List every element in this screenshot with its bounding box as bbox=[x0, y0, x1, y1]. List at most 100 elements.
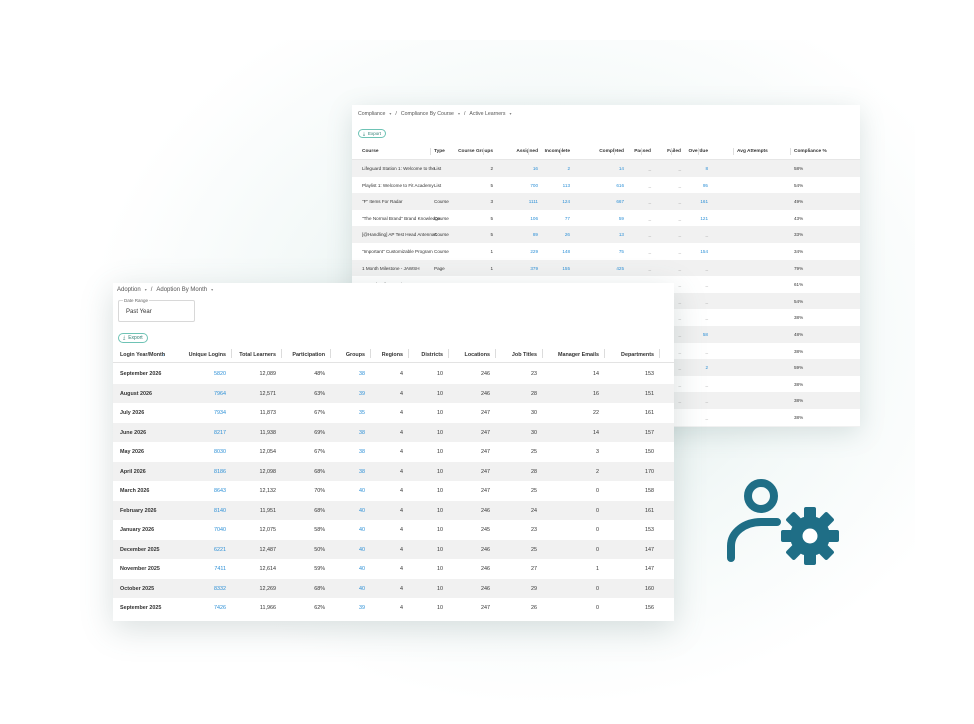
table-cell[interactable]: 667 bbox=[616, 199, 624, 204]
table-cell[interactable]: 13 bbox=[619, 232, 624, 237]
adoption-column-header[interactable]: Login Year/Month bbox=[120, 352, 165, 358]
table-cell[interactable]: 8140 bbox=[214, 508, 226, 514]
column-divider[interactable] bbox=[483, 148, 484, 155]
table-cell[interactable]: 8030 bbox=[214, 449, 226, 455]
adoption-column-header[interactable]: Districts bbox=[421, 352, 443, 358]
table-cell[interactable]: 89 bbox=[533, 232, 538, 237]
table-cell[interactable]: 40 bbox=[359, 508, 365, 514]
adoption-column-header[interactable]: Regions bbox=[382, 352, 403, 358]
breadcrumb-adoption-by-month[interactable]: Adoption By Month bbox=[156, 287, 207, 293]
table-cell[interactable]: 155 bbox=[562, 266, 570, 271]
compliance-column-header[interactable]: Incomplete bbox=[545, 149, 570, 154]
breadcrumb-compliance[interactable]: Compliance bbox=[358, 111, 385, 117]
table-cell[interactable]: _ bbox=[705, 382, 708, 387]
column-divider[interactable] bbox=[448, 349, 449, 358]
column-divider[interactable] bbox=[408, 349, 409, 358]
chevron-down-icon[interactable]: ▾ bbox=[509, 111, 511, 117]
compliance-export-button[interactable]: ⤓ Export bbox=[358, 129, 387, 138]
table-cell[interactable]: 40 bbox=[359, 527, 365, 533]
table-row[interactable]: 1 Month Milestone - JAWSH Page 1 379 155 425 _… bbox=[352, 259, 860, 277]
column-divider[interactable] bbox=[231, 349, 232, 358]
table-cell[interactable]: 35 bbox=[359, 410, 365, 416]
compliance-column-header[interactable]: Completed bbox=[599, 149, 624, 154]
adoption-column-header[interactable]: Manager Emails bbox=[558, 352, 599, 358]
table-cell[interactable]: 6221 bbox=[214, 547, 226, 553]
table-cell[interactable]: 14 bbox=[619, 166, 624, 171]
table-cell[interactable]: 40 bbox=[359, 586, 365, 592]
table-cell[interactable]: 8217 bbox=[214, 430, 226, 436]
table-cell[interactable]: 106 bbox=[530, 216, 538, 221]
table-cell[interactable]: 39 bbox=[359, 605, 365, 611]
column-divider[interactable] bbox=[330, 349, 331, 358]
table-cell[interactable]: 7040 bbox=[214, 527, 226, 533]
table-row[interactable]: July 2026 7934 11,873 67% 35 4 10 247 30 22 161 bbox=[113, 403, 674, 423]
table-row[interactable]: [@Handling] AP Test Head Antennas Course 5… bbox=[352, 226, 860, 243]
column-divider[interactable] bbox=[641, 148, 642, 155]
table-cell[interactable]: 148 bbox=[562, 249, 570, 254]
table-cell[interactable]: _ bbox=[705, 282, 708, 287]
table-cell[interactable]: 59 bbox=[619, 216, 624, 221]
date-range-select[interactable]: Date Range Past Year bbox=[118, 298, 195, 322]
column-divider[interactable] bbox=[430, 148, 431, 155]
table-cell[interactable]: 121 bbox=[700, 216, 708, 221]
table-row[interactable]: December 2025 6221 12,487 50% 40 4 10 246 25 0 147 bbox=[113, 539, 674, 559]
table-cell[interactable]: 700 bbox=[530, 183, 538, 188]
table-cell[interactable]: 7426 bbox=[214, 605, 226, 611]
table-cell[interactable]: 2 bbox=[705, 365, 708, 370]
table-cell[interactable]: 7964 bbox=[214, 391, 226, 397]
table-cell[interactable]: 40 bbox=[359, 566, 365, 572]
adoption-column-header[interactable]: Locations bbox=[465, 352, 490, 358]
table-row[interactable]: May 2026 8030 12,054 67% 38 4 10 247 25 3 150 bbox=[113, 442, 674, 462]
chevron-down-icon[interactable]: ▾ bbox=[145, 287, 147, 293]
chevron-down-icon[interactable]: ▾ bbox=[458, 111, 460, 117]
table-row[interactable]: Lifeguard Station 1: Welcome to the List 2… bbox=[352, 160, 860, 177]
table-cell[interactable]: 161 bbox=[700, 199, 708, 204]
column-divider[interactable] bbox=[542, 349, 543, 358]
table-cell[interactable]: 38 bbox=[359, 469, 365, 475]
table-cell[interactable]: 8332 bbox=[214, 586, 226, 592]
adoption-column-header[interactable]: Groups bbox=[346, 352, 365, 358]
adoption-export-button[interactable]: ⤓ Export bbox=[118, 333, 148, 343]
table-row[interactable]: September 2025 7426 11,966 62% 39 4 10 247 26 0 15… bbox=[113, 598, 674, 618]
table-cell[interactable]: 5820 bbox=[214, 371, 226, 377]
adoption-column-header[interactable]: Job Titles bbox=[512, 352, 537, 358]
table-cell[interactable]: 75 bbox=[619, 249, 624, 254]
table-cell[interactable]: 8186 bbox=[214, 469, 226, 475]
table-cell[interactable]: _ bbox=[705, 266, 708, 271]
column-divider[interactable] bbox=[698, 148, 699, 155]
table-cell[interactable]: 39 bbox=[359, 391, 365, 397]
table-cell[interactable]: 154 bbox=[700, 249, 708, 254]
compliance-column-header[interactable]: Course Groups bbox=[458, 149, 493, 154]
table-row[interactable]: June 2026 8217 11,938 69% 38 4 10 247 30 14 157 bbox=[113, 422, 674, 442]
compliance-column-header[interactable]: Type bbox=[434, 149, 445, 154]
breadcrumb-adoption[interactable]: Adoption bbox=[117, 287, 141, 293]
table-row[interactable]: "F" Items For Radar Course 3 1111 124 667 _ _ 16… bbox=[352, 193, 860, 210]
table-cell[interactable]: 8 bbox=[705, 166, 708, 171]
table-cell[interactable]: 2 bbox=[567, 166, 570, 171]
sort-arrow-icon[interactable]: ↓ bbox=[162, 352, 165, 358]
table-cell[interactable]: 38 bbox=[359, 449, 365, 455]
column-divider[interactable] bbox=[370, 349, 371, 358]
table-cell[interactable]: 113 bbox=[563, 183, 570, 188]
column-divider[interactable] bbox=[604, 349, 605, 358]
adoption-column-header[interactable]: Participation bbox=[292, 352, 325, 358]
column-divider[interactable] bbox=[671, 148, 672, 155]
table-row[interactable]: September 2026 5820 12,089 48% 38 4 10 246 23 14 1… bbox=[113, 364, 674, 384]
table-cell[interactable]: _ bbox=[705, 315, 708, 320]
table-cell[interactable]: 1111 bbox=[529, 199, 538, 204]
table-cell[interactable]: 40 bbox=[359, 547, 365, 553]
compliance-column-header[interactable]: Avg Attempts bbox=[737, 149, 768, 154]
table-cell[interactable]: _ bbox=[705, 299, 708, 304]
table-row[interactable]: March 2026 8643 12,132 70% 40 4 10 247 25 0 158 bbox=[113, 481, 674, 501]
compliance-column-header[interactable]: Passed bbox=[634, 149, 651, 154]
table-cell[interactable]: 425 bbox=[616, 266, 624, 271]
compliance-column-header[interactable]: Failed bbox=[667, 149, 681, 154]
compliance-column-header[interactable]: Course bbox=[362, 149, 379, 154]
table-cell[interactable]: 229 bbox=[530, 249, 538, 254]
table-cell[interactable]: 38 bbox=[359, 371, 365, 377]
table-cell[interactable]: 38 bbox=[359, 430, 365, 436]
adoption-column-header[interactable]: Unique Logins bbox=[189, 352, 226, 358]
table-row[interactable]: April 2026 8186 12,098 68% 38 4 10 247 28 2 170 bbox=[113, 461, 674, 481]
table-cell[interactable]: _ bbox=[705, 232, 708, 237]
table-row[interactable]: Playlist 1: Welcome to Fit Academy List 5 7… bbox=[352, 176, 860, 194]
